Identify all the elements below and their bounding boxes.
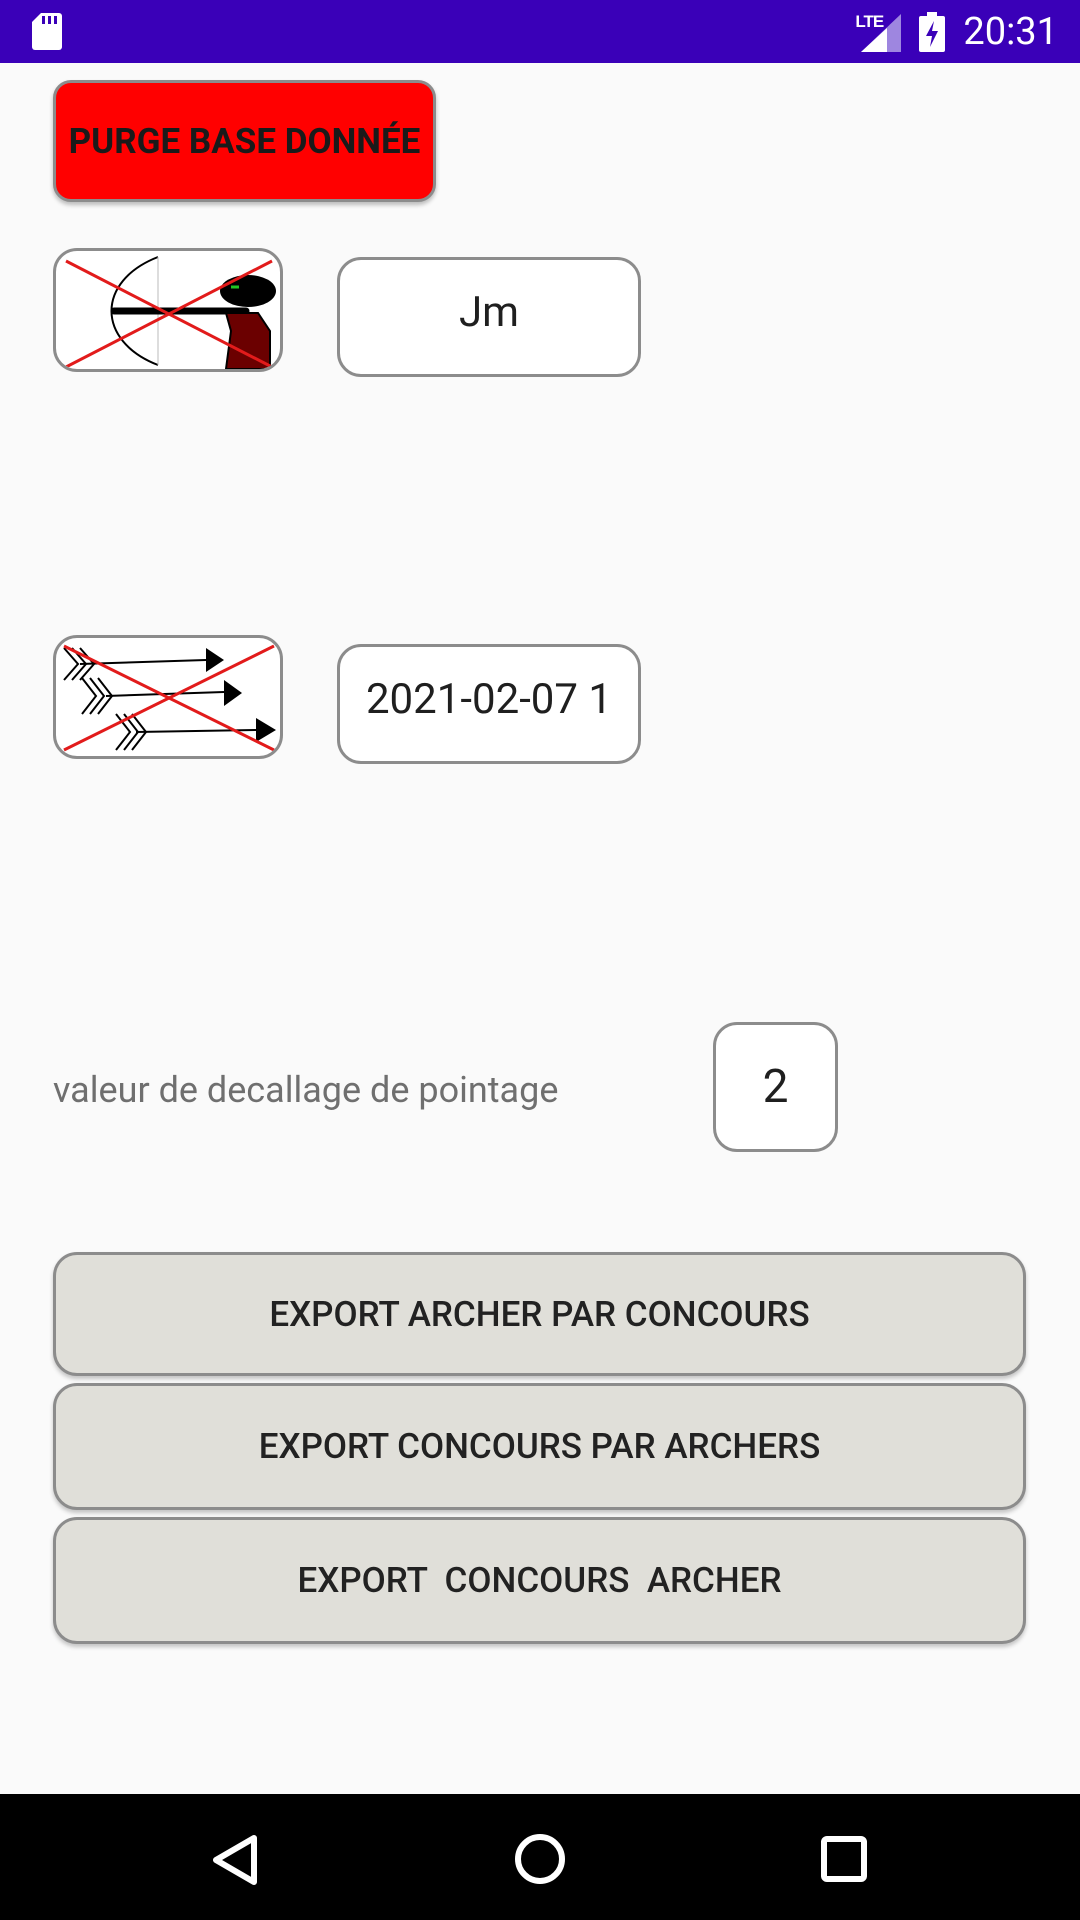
contest-date-field[interactable]: 2021-02-07 1 bbox=[337, 644, 641, 764]
sd-card-icon bbox=[32, 13, 62, 50]
arrows-crossed-button[interactable] bbox=[53, 635, 283, 759]
home-icon[interactable] bbox=[513, 1832, 567, 1886]
status-bar: LTE 20:31 bbox=[0, 0, 1080, 63]
back-icon[interactable] bbox=[212, 1834, 258, 1886]
offset-label: valeur de decallage de pointage bbox=[53, 1069, 559, 1111]
export-archer-per-contest-button[interactable]: EXPORT ARCHER PAR CONCOURS bbox=[53, 1252, 1026, 1376]
navigation-bar bbox=[0, 1794, 1080, 1920]
export-contest-archer-button[interactable]: EXPORT CONCOURS ARCHER bbox=[53, 1517, 1026, 1644]
archer-name-field[interactable]: Jm bbox=[337, 257, 641, 377]
recents-icon[interactable] bbox=[820, 1835, 868, 1883]
offset-value-field[interactable]: 2 bbox=[713, 1022, 838, 1152]
archer-crossed-button[interactable] bbox=[53, 248, 283, 372]
purge-database-button[interactable]: PURGE BASE DONNÉE bbox=[53, 80, 436, 202]
export-contest-per-archers-button[interactable]: EXPORT CONCOURS PAR ARCHERS bbox=[53, 1383, 1026, 1510]
battery-charging-icon bbox=[919, 11, 946, 52]
archer-crossed-icon bbox=[65, 256, 276, 369]
clock: 20:31 bbox=[963, 9, 1058, 54]
lte-signal-icon: LTE bbox=[855, 12, 902, 52]
arrows-crossed-icon bbox=[63, 644, 276, 752]
